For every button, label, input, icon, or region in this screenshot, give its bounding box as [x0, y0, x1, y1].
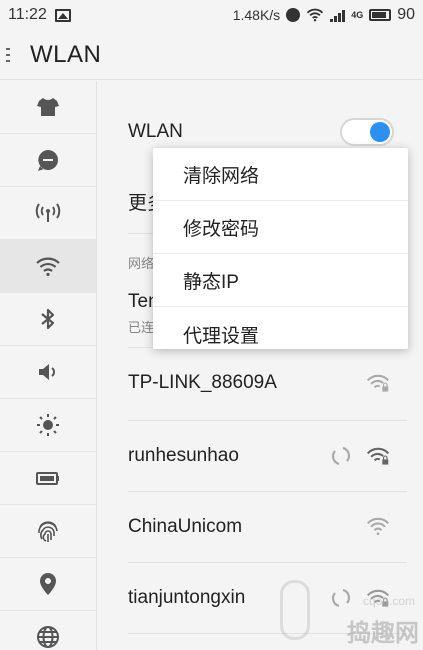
sidebar-item-bluetooth[interactable] [0, 293, 96, 346]
shirt-icon [37, 98, 59, 116]
wlan-toggle-switch[interactable] [340, 118, 394, 146]
wifi-lock-icon [366, 447, 390, 465]
network-name: tianjuntongxin [128, 587, 246, 608]
network-speed: 1.48K/s [232, 7, 281, 23]
page-title: WLAN [30, 40, 102, 68]
watermark-site: cqoo.com [362, 594, 415, 608]
sidebar-item-hotspot[interactable] [0, 187, 96, 240]
battery-icon [369, 9, 392, 21]
sidebar-item-personalize[interactable] [0, 81, 96, 134]
signal-strength-icon [330, 9, 346, 22]
sidebar-item-location[interactable] [0, 558, 96, 611]
network-name: TP-LINK_88609A [128, 372, 277, 393]
connecting-refresh-icon [332, 446, 350, 466]
status-time: 11:22 [8, 6, 47, 23]
divider [128, 491, 407, 492]
sidebar-item-messages[interactable] [0, 134, 96, 187]
alarm-icon [286, 8, 301, 22]
chat-bubble-icon [38, 150, 58, 171]
settings-sidebar [0, 81, 97, 650]
location-icon [40, 573, 56, 595]
toggle-knob [370, 122, 390, 142]
hotspot-icon [35, 203, 61, 222]
divider [128, 562, 407, 563]
menu-item-proxy-settings[interactable]: 代理设置 [153, 307, 408, 349]
status-bar: 11:22 1.48K/s 4G 90 [0, 0, 423, 30]
divider [128, 420, 407, 421]
bluetooth-icon [41, 308, 55, 330]
menu-item-forget-network[interactable]: 清除网络 [153, 148, 408, 201]
sidebar-item-wlan[interactable] [0, 240, 96, 293]
sidebar-item-fingerprint[interactable] [0, 505, 96, 558]
menu-item-static-ip[interactable]: 静态IP [153, 254, 408, 307]
wifi-icon [36, 257, 60, 277]
title-bar: WLAN [0, 30, 423, 80]
wifi-icon [366, 517, 390, 536]
network-options-menu: 清除网络 修改密码 静态IP 代理设置 [153, 148, 408, 349]
brightness-icon [37, 414, 59, 436]
sidebar-item-display[interactable] [0, 399, 96, 452]
battery-icon [36, 472, 59, 485]
sidebar-item-language[interactable] [0, 611, 96, 650]
connected-network-status: 已连 [128, 320, 155, 335]
watermark-text: 捣趣网 [347, 620, 419, 647]
wifi-status-icon [307, 8, 324, 22]
sidebar-item-battery[interactable] [0, 452, 96, 505]
battery-level: 90 [397, 6, 415, 23]
network-name: runhesunhao [128, 445, 239, 466]
network-name: ChinaUnicom [128, 516, 243, 537]
status-right-group: 1.48K/s 4G 90 [233, 6, 415, 24]
connecting-refresh-icon [332, 588, 350, 608]
watermark-logo [280, 580, 310, 640]
fingerprint-icon [38, 521, 58, 542]
back-handle-icon[interactable] [6, 45, 26, 65]
network-type: 4G [351, 10, 364, 20]
volume-icon [39, 364, 55, 380]
image-notification-icon [54, 8, 71, 22]
wlan-label: WLAN [128, 121, 183, 142]
sidebar-item-sound[interactable] [0, 346, 96, 399]
globe-icon [37, 626, 59, 648]
menu-item-change-password[interactable]: 修改密码 [153, 201, 408, 254]
wifi-lock-icon [366, 374, 390, 392]
available-networks-header: 网络 [128, 256, 155, 271]
